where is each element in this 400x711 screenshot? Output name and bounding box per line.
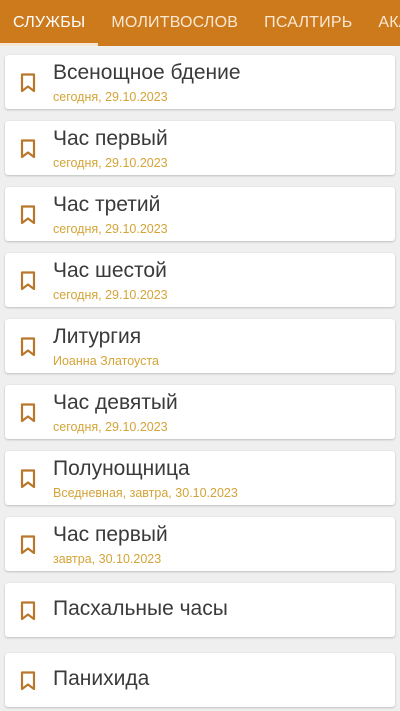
bookmark-icon bbox=[20, 469, 36, 489]
service-title: Час третий bbox=[53, 193, 161, 216]
bookmark-icon bbox=[20, 139, 36, 159]
bookmark-icon bbox=[20, 205, 36, 225]
service-title: Пасхальные часы bbox=[53, 597, 228, 620]
tab-psalter[interactable]: ПСАЛТИРЬ bbox=[251, 0, 365, 46]
services-list: Всенощное бдение сегодня, 29.10.2023 Час… bbox=[0, 46, 400, 711]
bookmark-icon bbox=[20, 671, 36, 691]
service-title: Литургия bbox=[53, 325, 142, 348]
bookmark-icon bbox=[20, 601, 36, 621]
service-date: сегодня, 29.10.2023 bbox=[53, 90, 168, 104]
tab-akathists[interactable]: АКА bbox=[365, 0, 400, 46]
bookmark-icon bbox=[20, 73, 36, 93]
service-item[interactable]: Панихида bbox=[5, 653, 395, 707]
tab-prayer-book[interactable]: МОЛИТВОСЛОВ bbox=[98, 0, 251, 46]
service-date: завтра, 30.10.2023 bbox=[53, 552, 162, 566]
bookmark-icon bbox=[20, 535, 36, 555]
service-title: Час шестой bbox=[53, 259, 167, 282]
service-item[interactable]: Литургия Иоанна Златоуста bbox=[5, 319, 395, 373]
service-title: Час первый bbox=[53, 523, 168, 546]
service-item[interactable]: Час третий сегодня, 29.10.2023 bbox=[5, 187, 395, 241]
service-item[interactable]: Час первый завтра, 30.10.2023 bbox=[5, 517, 395, 571]
service-title: Всенощное бдение bbox=[53, 61, 241, 84]
service-title: Час первый bbox=[53, 127, 168, 150]
tab-bar: СЛУЖБЫ МОЛИТВОСЛОВ ПСАЛТИРЬ АКА bbox=[0, 0, 400, 46]
service-date: сегодня, 29.10.2023 bbox=[53, 156, 168, 170]
service-item[interactable]: Пасхальные часы bbox=[5, 583, 395, 637]
service-date: Вседневная, завтра, 30.10.2023 bbox=[53, 486, 238, 500]
service-date: сегодня, 29.10.2023 bbox=[53, 222, 168, 236]
service-item[interactable]: Час девятый сегодня, 29.10.2023 bbox=[5, 385, 395, 439]
service-title: Панихида bbox=[53, 667, 150, 690]
service-title: Час девятый bbox=[53, 391, 178, 414]
service-item[interactable]: Всенощное бдение сегодня, 29.10.2023 bbox=[5, 55, 395, 109]
service-date: сегодня, 29.10.2023 bbox=[53, 288, 168, 302]
service-item[interactable]: Час первый сегодня, 29.10.2023 bbox=[5, 121, 395, 175]
tab-services[interactable]: СЛУЖБЫ bbox=[0, 0, 99, 46]
bookmark-icon bbox=[20, 337, 36, 357]
bookmark-icon bbox=[20, 403, 36, 423]
service-title: Полунощница bbox=[53, 457, 190, 480]
service-date: сегодня, 29.10.2023 bbox=[53, 420, 168, 434]
service-item[interactable]: Час шестой сегодня, 29.10.2023 bbox=[5, 253, 395, 307]
bookmark-icon bbox=[20, 271, 36, 291]
service-author: Иоанна Златоуста bbox=[53, 354, 159, 368]
service-item[interactable]: Полунощница Вседневная, завтра, 30.10.20… bbox=[5, 451, 395, 505]
